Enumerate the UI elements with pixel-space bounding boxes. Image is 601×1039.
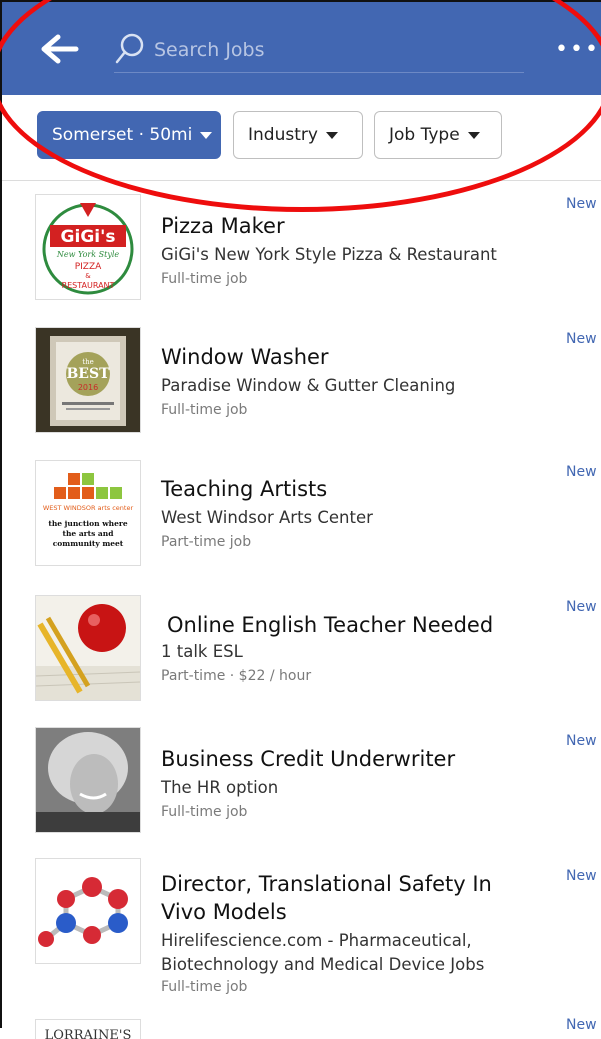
job-title: Pizza Maker [161, 214, 285, 238]
gigis-logo: GiGi's New York Style PIZZA & RESTAURANT [36, 195, 140, 299]
job-thumbnail [35, 727, 141, 833]
arts-center-logo: WEST WINDSOR arts center the junction wh… [36, 461, 140, 565]
location-filter-label: Somerset · 50mi [52, 125, 193, 145]
svg-text:GiGi's: GiGi's [61, 227, 116, 247]
svg-text:2016: 2016 [78, 383, 98, 392]
new-badge: New [566, 196, 597, 212]
svg-text:the: the [82, 358, 93, 366]
job-company: Paradise Window & Gutter Cleaning [161, 376, 456, 395]
job-item[interactable]: the BEST 2016 Window Washer Paradise Win… [2, 316, 601, 449]
job-meta: Part-time · $22 / hour [161, 668, 312, 684]
svg-text:community meet: community meet [53, 539, 124, 548]
new-badge: New [566, 599, 597, 615]
person-photo [36, 728, 140, 832]
job-thumbnail: LORRAINE'S [35, 1019, 141, 1039]
svg-text:New York Style: New York Style [56, 250, 120, 259]
job-title: Online English Teacher Needed [167, 613, 494, 637]
new-badge: New [566, 331, 597, 347]
new-badge: New [566, 868, 597, 884]
new-badge: New [566, 1017, 597, 1033]
search-icon[interactable] [114, 32, 148, 66]
job-item[interactable]: Director, Translational Safety In Vivo M… [2, 852, 601, 1014]
job-company: Hirelifescience.com - Pharmaceutical, Bi… [161, 931, 485, 974]
job-company: GiGi's New York Style Pizza & Restaurant [161, 245, 497, 264]
industry-filter-chip[interactable]: Industry [233, 111, 363, 159]
job-title: Window Washer [161, 345, 329, 369]
industry-filter-label: Industry [248, 125, 318, 145]
caret-down-icon [325, 131, 338, 139]
search-input[interactable] [152, 32, 526, 68]
molecule-image [36, 859, 140, 963]
svg-text:LORRAINE'S: LORRAINE'S [45, 1028, 132, 1039]
job-thumbnail: the BEST 2016 [35, 327, 141, 433]
location-filter-chip[interactable]: Somerset · 50mi [37, 111, 221, 159]
job-type-filter-label: Job Type [389, 125, 460, 145]
svg-text:BEST: BEST [66, 366, 110, 382]
job-item[interactable]: LORRAINE'S New [2, 1014, 601, 1039]
job-meta: Full-time job [161, 402, 248, 418]
apple-photo [36, 596, 140, 700]
job-meta: Full-time job [161, 804, 248, 820]
job-item[interactable]: GiGi's New York Style PIZZA & RESTAURANT… [2, 181, 601, 316]
best-award-photo: the BEST 2016 [36, 328, 140, 432]
job-thumbnail [35, 595, 141, 701]
job-thumbnail: GiGi's New York Style PIZZA & RESTAURANT [35, 194, 141, 300]
svg-text:WEST WINDSOR arts center: WEST WINDSOR arts center [43, 504, 134, 512]
job-item[interactable]: WEST WINDSOR arts center the junction wh… [2, 449, 601, 584]
back-arrow-icon[interactable] [40, 32, 80, 66]
job-title: Director, Translational Safety In Vivo M… [161, 872, 492, 924]
job-company: West Windsor Arts Center [161, 508, 373, 527]
job-item[interactable]: Business Credit Underwriter The HR optio… [2, 718, 601, 852]
caret-down-icon [200, 131, 213, 139]
svg-text:the junction where: the junction where [48, 519, 127, 528]
app-header: ••• [2, 2, 601, 95]
caret-down-icon [467, 131, 480, 139]
filter-bar: Somerset · 50mi Industry Job Type [2, 95, 601, 181]
new-badge: New [566, 464, 597, 480]
job-meta: Full-time job [161, 271, 248, 287]
job-title: Teaching Artists [161, 477, 328, 501]
svg-text:PIZZA: PIZZA [75, 262, 102, 272]
job-title: Business Credit Underwriter [161, 747, 456, 771]
job-item[interactable]: Online English Teacher Needed 1 talk ESL… [2, 584, 601, 718]
svg-text:the arts and: the arts and [63, 529, 115, 538]
job-company: 1 talk ESL [161, 642, 243, 661]
job-company: The HR option [161, 778, 279, 797]
svg-text:RESTAURANT: RESTAURANT [62, 281, 115, 290]
lorraines-logo: LORRAINE'S [36, 1020, 140, 1039]
job-meta: Part-time job [161, 534, 252, 550]
svg-text:&: & [85, 272, 91, 280]
job-thumbnail [35, 858, 141, 964]
more-options-icon[interactable]: ••• [555, 39, 598, 61]
job-meta: Full-time job [161, 979, 248, 995]
job-thumbnail: WEST WINDSOR arts center the junction wh… [35, 460, 141, 566]
search-underline [114, 72, 524, 73]
new-badge: New [566, 733, 597, 749]
job-type-filter-chip[interactable]: Job Type [374, 111, 502, 159]
